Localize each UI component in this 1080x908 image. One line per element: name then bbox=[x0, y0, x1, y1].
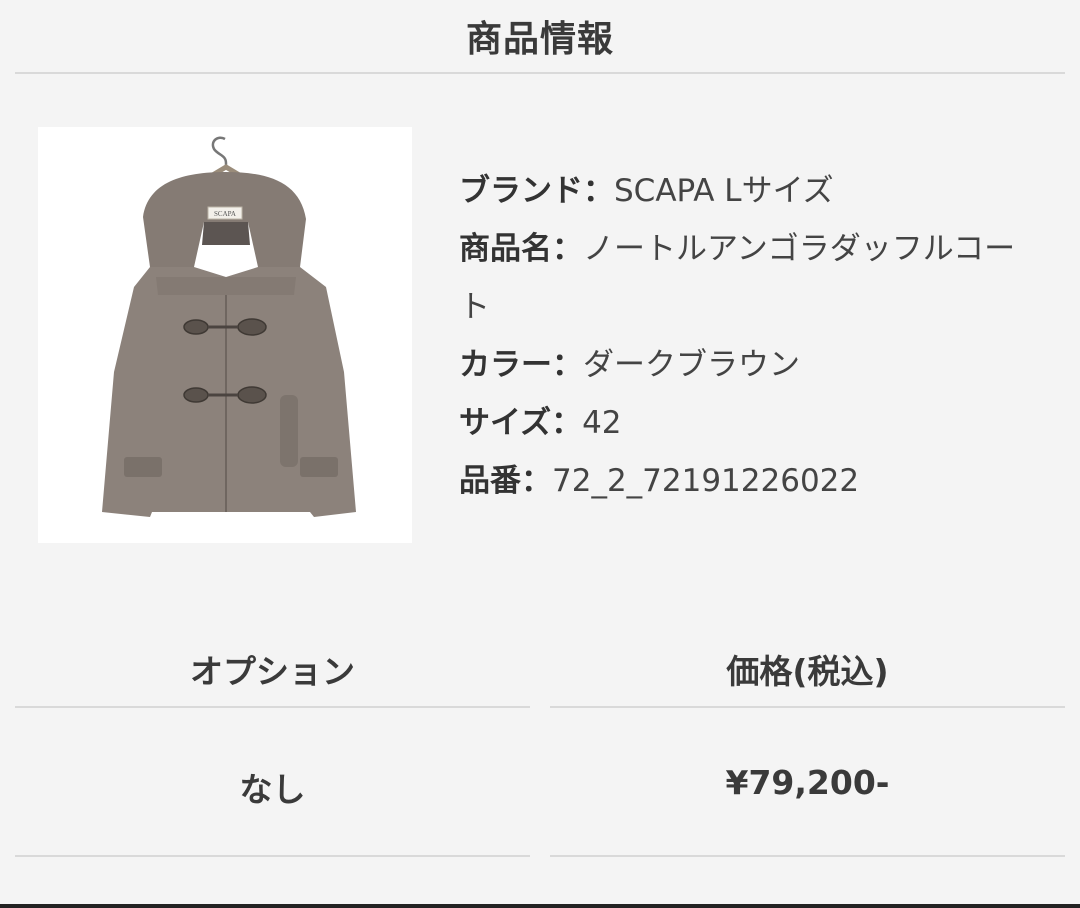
info-row-name: 商品名：ノートルアンゴラダッフルコート bbox=[459, 220, 1039, 336]
info-value: 42 bbox=[582, 405, 622, 441]
column-header-price: 価格(税込) bbox=[726, 652, 889, 691]
table-header-divider-right bbox=[550, 706, 1065, 708]
header-divider bbox=[15, 72, 1065, 74]
page-title: 商品情報 bbox=[465, 19, 614, 60]
info-value: SCAPA Lサイズ bbox=[614, 173, 834, 209]
info-key: 品番： bbox=[459, 463, 552, 499]
info-key: ブランド： bbox=[459, 173, 614, 209]
info-key: 商品名： bbox=[459, 231, 583, 267]
coat-illustration: SCAPA bbox=[38, 127, 412, 543]
info-value: ダークブラウン bbox=[583, 347, 800, 383]
info-key: サイズ： bbox=[459, 405, 583, 441]
table-header-divider-left bbox=[15, 706, 530, 708]
info-row-code: 品番：72_2_72191226022 bbox=[459, 452, 1039, 510]
table-cell-price: ¥79,200- bbox=[725, 763, 890, 802]
info-row-color: カラー：ダークブラウン bbox=[459, 336, 1039, 394]
product-image[interactable]: SCAPA bbox=[38, 127, 412, 543]
bottom-edge bbox=[0, 904, 1080, 908]
product-info: ブランド：SCAPA Lサイズ 商品名：ノートルアンゴラダッフルコート カラー：… bbox=[459, 162, 1039, 510]
column-header-option: オプション bbox=[190, 652, 355, 691]
info-row-brand: ブランド：SCAPA Lサイズ bbox=[459, 162, 1039, 220]
coat-label-text: SCAPA bbox=[214, 210, 236, 218]
info-key: カラー： bbox=[459, 347, 583, 383]
table-cell-option: なし bbox=[239, 770, 306, 809]
info-row-size: サイズ：42 bbox=[459, 394, 1039, 452]
table-row-divider-left bbox=[15, 855, 530, 857]
info-value: 72_2_72191226022 bbox=[552, 463, 860, 499]
table-row-divider-right bbox=[550, 855, 1065, 857]
